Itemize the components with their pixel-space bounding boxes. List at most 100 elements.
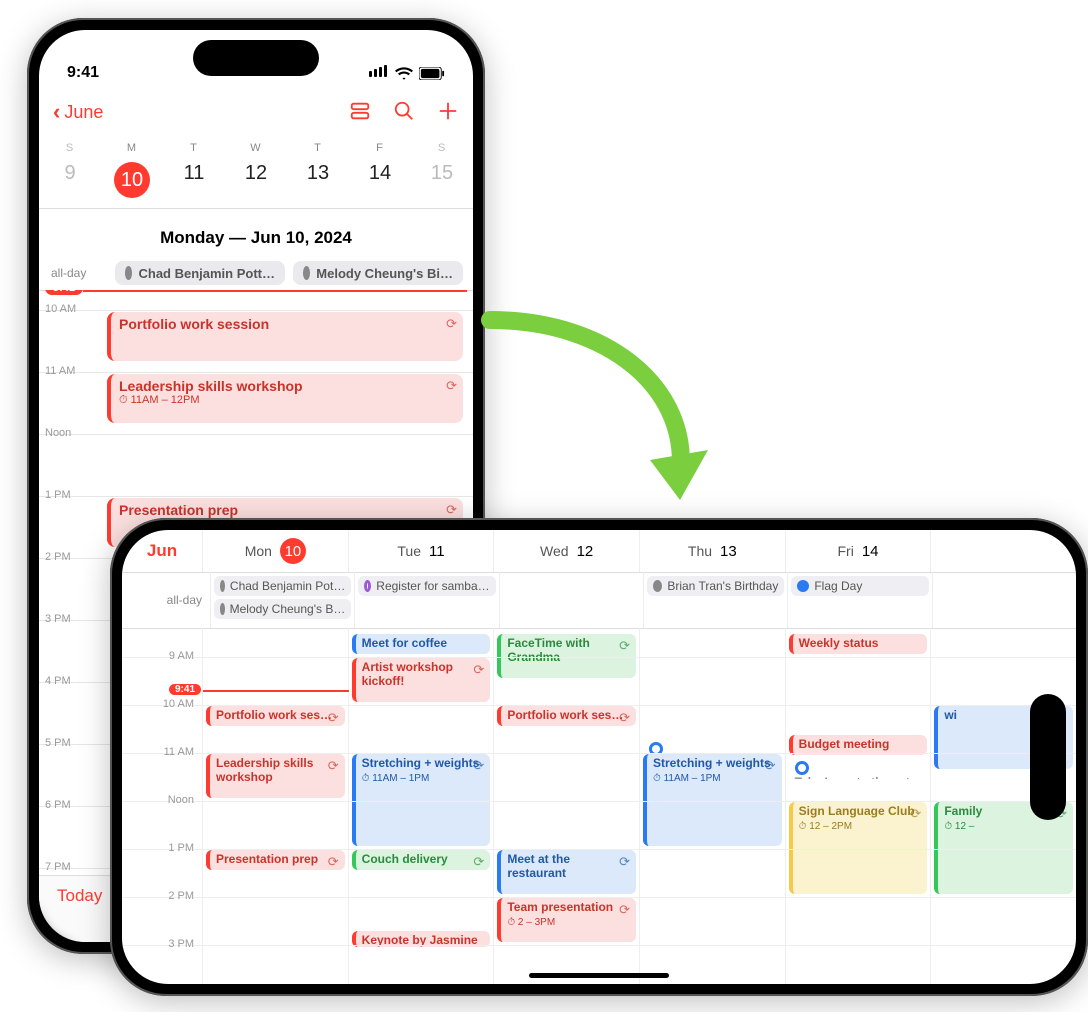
event-block[interactable]: Team presentation⏱ 2 – 3PM⟳: [497, 898, 636, 942]
day-header[interactable]: Wed12: [493, 530, 639, 572]
hour-label: 1 PM: [168, 842, 194, 854]
today-button[interactable]: Today: [57, 886, 102, 906]
all-day-row: all-day Chad Benjamin Pott… Melody Cheun…: [39, 256, 473, 291]
birthday-icon: [125, 266, 132, 280]
hour-line: Noon: [122, 801, 202, 802]
hour-line: 3 PM: [122, 945, 202, 946]
week-day[interactable]: S9: [39, 138, 101, 208]
all-day-event[interactable]: Melody Cheung's Bi…: [293, 261, 463, 285]
home-indicator[interactable]: [529, 973, 669, 978]
all-day-cell: [932, 572, 1076, 628]
landscape-screen: Jun Mon10Tue11Wed12Thu13Fri14 all-day Ch…: [122, 530, 1076, 984]
event-block[interactable]: Sign Language Club⏱ 12 – 2PM⟳: [789, 802, 928, 894]
hour-label: 10 AM: [163, 698, 194, 710]
all-day-event[interactable]: Chad Benjamin Pot…: [214, 576, 351, 596]
nav-bar: ‹ June: [39, 90, 473, 134]
event-block[interactable]: Weekly status: [789, 634, 928, 654]
week-day[interactable]: T11: [163, 138, 225, 208]
event-block[interactable]: Take Luna to the vet: [789, 759, 928, 779]
hour-label: 2 PM: [45, 551, 71, 563]
hour-label: 5 PM: [45, 737, 71, 749]
day-header[interactable]: Mon10: [202, 530, 348, 572]
search-icon[interactable]: [393, 100, 415, 125]
calendar-dot-icon: [220, 580, 225, 592]
event-block[interactable]: Portfolio work ses…⟳: [206, 706, 345, 726]
day-header[interactable]: Thu13: [639, 530, 785, 572]
event-block[interactable]: Keynote by Jasmine: [352, 931, 491, 946]
week-day[interactable]: M10: [101, 138, 163, 208]
hour-label: 11 AM: [164, 746, 194, 758]
day-column[interactable]: 9:41Portfolio work ses…⟳Leadership skill…: [202, 628, 348, 984]
hour-label: Noon: [45, 427, 71, 439]
hour-label: 1 PM: [45, 489, 71, 501]
repeat-icon: ⟳: [619, 902, 630, 918]
calendar-dot-icon: [797, 580, 809, 592]
day-column[interactable]: Send b…Stretching + weights⏱ 11AM – 1PM⟳: [639, 628, 785, 984]
hour-label: 10 AM: [45, 303, 76, 315]
repeat-icon: ⟳: [446, 316, 457, 332]
day-header[interactable]: Tue11: [348, 530, 494, 572]
event-block[interactable]: Stretching + weights⏱ 11AM – 1PM⟳: [352, 754, 491, 846]
event-block[interactable]: Artist workshop kickoff!⟳: [352, 658, 491, 702]
week-day[interactable]: S15: [411, 138, 473, 208]
event-block[interactable]: Send b…: [643, 739, 782, 754]
hour-line: Noon: [39, 434, 473, 497]
day-column[interactable]: FaceTime with Grandma⟳ Portfolio work ses…: [493, 628, 639, 984]
hour-label: 6 PM: [45, 799, 71, 811]
event-block[interactable]: Couch delivery⟳: [352, 850, 491, 870]
repeat-icon: ⟳: [473, 758, 484, 774]
event-block[interactable]: Leadership skills workshop⏱ 11AM – 12PM⟳: [107, 374, 463, 424]
all-day-event[interactable]: Melody Cheung's B…: [214, 599, 351, 619]
back-button[interactable]: ‹ June: [53, 99, 103, 125]
repeat-icon: ⟳: [910, 806, 921, 822]
repeat-icon: ⟳: [473, 662, 484, 678]
all-day-cell: Register for samba…: [354, 572, 498, 628]
all-day-cell: Brian Tran's Birthday: [643, 572, 787, 628]
event-block[interactable]: FaceTime with Grandma⟳: [497, 634, 636, 678]
add-icon[interactable]: [437, 100, 459, 125]
day-header[interactable]: [930, 530, 1076, 572]
all-day-row: all-day Chad Benjamin Pot…Melody Cheung'…: [122, 572, 1076, 629]
hour-label: 7 PM: [45, 861, 71, 873]
all-day-event[interactable]: Register for samba…: [358, 576, 495, 596]
battery-icon: [419, 67, 445, 80]
view-toggle-icon[interactable]: [349, 100, 371, 125]
status-time: 9:41: [67, 64, 99, 82]
calendar-dot-icon: [220, 603, 225, 615]
repeat-icon: ⟳: [446, 502, 457, 518]
event-block[interactable]: Portfolio work ses…⟳: [497, 706, 636, 726]
all-day-cell: [499, 572, 643, 628]
event-block[interactable]: Budget meeting: [789, 735, 928, 755]
birthday-icon: [303, 266, 310, 280]
event-block[interactable]: Stretching + weights⏱ 11AM – 1PM⟳: [643, 754, 782, 846]
week-day[interactable]: W12: [225, 138, 287, 208]
event-block[interactable]: Leadership skills workshop⟳: [206, 754, 345, 798]
now-indicator: 9:41: [169, 684, 201, 695]
calendar-dot-icon: [653, 580, 662, 592]
invite-ring-icon: [649, 742, 663, 754]
repeat-icon: ⟳: [328, 758, 339, 774]
hour-line: 2 PM: [122, 897, 202, 898]
week-day[interactable]: T13: [287, 138, 349, 208]
repeat-icon: ⟳: [328, 710, 339, 726]
week-day[interactable]: F14: [349, 138, 411, 208]
all-day-event[interactable]: Flag Day: [791, 576, 928, 596]
repeat-icon: ⟳: [619, 854, 630, 870]
day-header[interactable]: Fri14: [785, 530, 931, 572]
repeat-icon: ⟳: [473, 854, 484, 870]
day-column[interactable]: Meet for coffee Artist workshop kickoff!⟳…: [348, 628, 494, 984]
day-column[interactable]: Weekly status Budget meeting Take Luna to …: [785, 628, 931, 984]
event-block[interactable]: Meet for coffee: [352, 634, 491, 654]
hour-label: 4 PM: [45, 675, 71, 687]
all-day-event[interactable]: Brian Tran's Birthday: [647, 576, 784, 596]
hour-line: 10 AM: [122, 705, 202, 706]
month-button[interactable]: Jun: [122, 530, 202, 572]
all-day-event[interactable]: Chad Benjamin Pott…: [115, 261, 285, 285]
hour-label: 11 AM: [45, 365, 75, 377]
event-block[interactable]: Portfolio work session⟳: [107, 312, 463, 362]
rotation-arrow-icon: [470, 300, 730, 530]
event-block[interactable]: Meet at the restaurant⟳: [497, 850, 636, 894]
week-timeline[interactable]: 9 AM10 AM11 AMNoon1 PM2 PM3 PM 9:41Portf…: [122, 628, 1076, 984]
hour-label: Noon: [168, 794, 194, 806]
event-block[interactable]: Presentation prep⟳: [206, 850, 345, 870]
